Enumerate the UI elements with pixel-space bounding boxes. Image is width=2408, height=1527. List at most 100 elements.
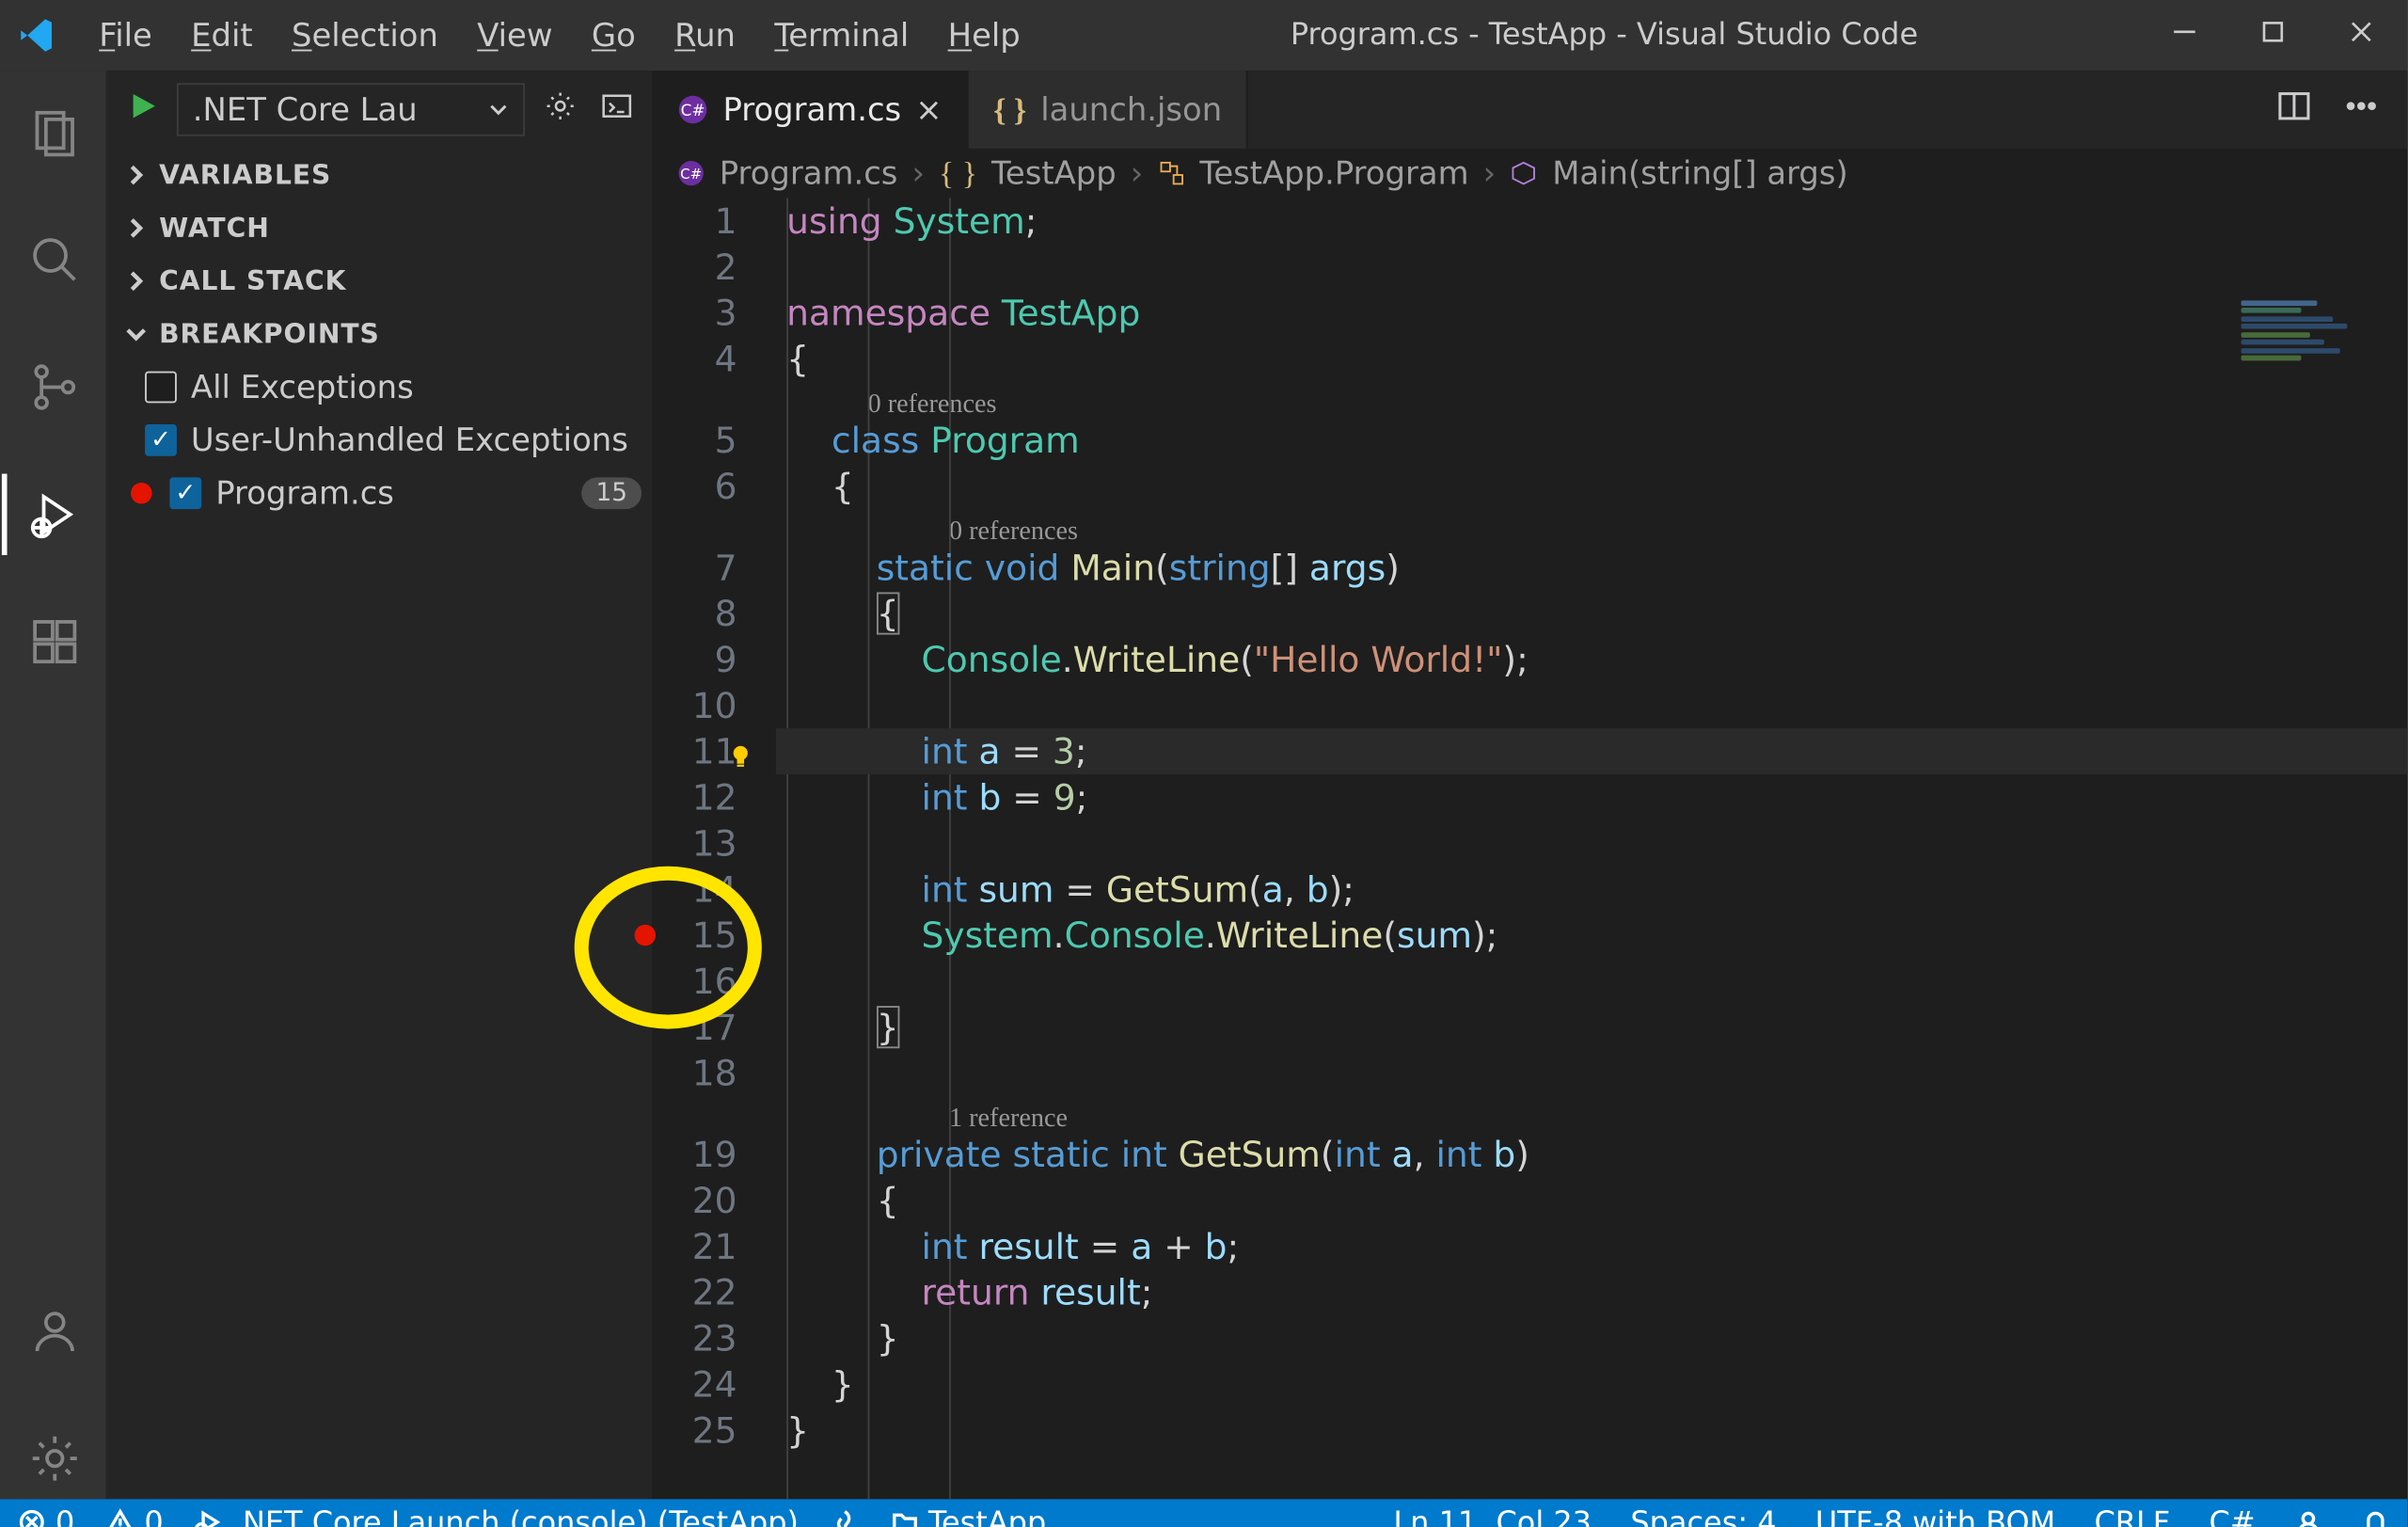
breadcrumb[interactable]: C# Program.cs› { } TestApp› TestApp.Prog… <box>652 149 2407 199</box>
status-debug-target[interactable]: .NET Core Launch (console) (TestApp) <box>196 1506 799 1527</box>
start-debug-button[interactable] <box>127 90 159 129</box>
menu-edit[interactable]: Edit <box>173 9 270 60</box>
menu-run[interactable]: Run <box>657 9 752 60</box>
checkbox[interactable] <box>145 424 177 456</box>
source-control-icon[interactable] <box>2 346 108 427</box>
code-line[interactable]: class Program <box>776 417 2407 463</box>
split-editor-icon[interactable] <box>2276 88 2312 131</box>
debug-config-select[interactable]: .NET Core Lau <box>177 83 525 135</box>
status-encoding[interactable]: UTF-8 with BOM <box>1815 1506 2055 1527</box>
status-eol[interactable]: CRLF <box>2094 1506 2170 1527</box>
code-line[interactable]: static void Main(string[] args) <box>776 545 2407 591</box>
section-watch[interactable]: WATCH <box>106 201 653 254</box>
code-line[interactable]: int a = 3; <box>776 728 2407 774</box>
line-number[interactable]: 12 <box>652 774 737 820</box>
status-warnings[interactable]: 0 <box>106 1506 164 1527</box>
menu-selection[interactable]: Selection <box>274 9 455 60</box>
line-number[interactable]: 7 <box>652 545 737 591</box>
section-breakpoints[interactable]: BREAKPOINTS <box>106 308 653 360</box>
tab-program-cs[interactable]: C# Program.cs × <box>652 71 968 149</box>
line-number[interactable]: 19 <box>652 1132 737 1178</box>
code-line[interactable] <box>776 820 2407 867</box>
menu-terminal[interactable]: Terminal <box>757 9 927 60</box>
status-cursor-pos[interactable]: Ln 11, Col 23 <box>1393 1506 1592 1527</box>
section-variables[interactable]: VARIABLES <box>106 149 653 201</box>
code-line[interactable] <box>776 958 2407 1004</box>
code-line[interactable]: { <box>776 463 2407 509</box>
line-number-gutter[interactable]: 1234567891011121314151617181920212223242… <box>652 198 776 1499</box>
run-debug-icon[interactable] <box>2 474 108 555</box>
debug-settings-gear-icon[interactable] <box>543 88 578 131</box>
menu-view[interactable]: View <box>459 9 570 60</box>
breakpoint-dot-icon[interactable] <box>635 925 657 946</box>
line-number[interactable]: 25 <box>652 1408 737 1454</box>
status-indent[interactable]: Spaces: 4 <box>1630 1506 1776 1527</box>
status-feedback-icon[interactable] <box>2294 1506 2322 1527</box>
code-line[interactable]: { <box>776 591 2407 637</box>
code-line[interactable]: } <box>776 1004 2407 1050</box>
line-number[interactable]: 8 <box>652 591 737 637</box>
code-line[interactable]: int b = 9; <box>776 774 2407 820</box>
settings-gear-icon[interactable] <box>2 1418 108 1499</box>
code-line[interactable]: System.Console.WriteLine(sum); <box>776 913 2407 959</box>
line-number[interactable]: 18 <box>652 1050 737 1096</box>
menu-help[interactable]: Help <box>930 9 1038 60</box>
breakpoint-user-unhandled[interactable]: User-Unhandled Exceptions <box>106 414 653 467</box>
code-line[interactable] <box>776 1050 2407 1096</box>
code-line[interactable]: { <box>776 1177 2407 1223</box>
code-line[interactable]: } <box>776 1315 2407 1361</box>
status-hot-reload-icon[interactable] <box>831 1506 859 1527</box>
extensions-icon[interactable] <box>2 601 108 682</box>
code-line[interactable]: } <box>776 1361 2407 1408</box>
line-number[interactable]: 1 <box>652 198 737 244</box>
explorer-icon[interactable] <box>2 92 108 173</box>
code-line[interactable]: namespace TestApp <box>776 290 2407 336</box>
codelens[interactable]: 0 references <box>776 382 2407 418</box>
code-line[interactable]: private static int GetSum(int a, int b) <box>776 1132 2407 1178</box>
line-number[interactable]: 14 <box>652 867 737 913</box>
more-actions-icon[interactable] <box>2344 88 2380 131</box>
breakpoint-file-entry[interactable]: Program.cs 15 <box>106 467 653 519</box>
debug-console-icon[interactable] <box>599 88 635 131</box>
line-number[interactable]: 10 <box>652 682 737 728</box>
code-line[interactable]: } <box>776 1408 2407 1454</box>
code-line[interactable]: return result; <box>776 1269 2407 1315</box>
line-number[interactable]: 24 <box>652 1361 737 1408</box>
status-bell-icon[interactable] <box>2361 1506 2389 1527</box>
line-number[interactable]: 2 <box>652 244 737 290</box>
line-number[interactable]: 4 <box>652 336 737 382</box>
minimap[interactable] <box>2242 297 2394 390</box>
line-number[interactable]: 21 <box>652 1223 737 1269</box>
codelens[interactable]: 0 references <box>776 509 2407 545</box>
status-errors[interactable]: 0 <box>18 1506 75 1527</box>
line-number[interactable]: 6 <box>652 463 737 509</box>
close-button[interactable] <box>2347 18 2375 54</box>
section-callstack[interactable]: CALL STACK <box>106 255 653 308</box>
line-number[interactable]: 20 <box>652 1177 737 1223</box>
code-line[interactable]: Console.WriteLine("Hello World!"); <box>776 636 2407 682</box>
status-folder[interactable]: TestApp <box>891 1506 1047 1527</box>
code-editor[interactable]: 1234567891011121314151617181920212223242… <box>652 198 2407 1499</box>
minimize-button[interactable] <box>2170 18 2198 54</box>
line-number[interactable]: 3 <box>652 290 737 336</box>
code-body[interactable]: using System; namespace TestApp{0 refere… <box>776 198 2407 1499</box>
line-number[interactable]: 23 <box>652 1315 737 1361</box>
code-line[interactable]: int result = a + b; <box>776 1223 2407 1269</box>
line-number[interactable]: 16 <box>652 958 737 1004</box>
breakpoint-all-exceptions[interactable]: All Exceptions <box>106 360 653 413</box>
tab-launch-json[interactable]: { } launch.json <box>969 71 1249 149</box>
lightbulb-icon[interactable] <box>726 736 754 782</box>
menu-go[interactable]: Go <box>574 9 653 60</box>
search-icon[interactable] <box>2 219 108 300</box>
code-line[interactable] <box>776 682 2407 728</box>
line-number[interactable]: 13 <box>652 820 737 867</box>
code-line[interactable] <box>776 244 2407 290</box>
line-number[interactable]: 22 <box>652 1269 737 1315</box>
line-number[interactable]: 17 <box>652 1004 737 1050</box>
checkbox[interactable] <box>169 477 201 509</box>
line-number[interactable]: 9 <box>652 636 737 682</box>
code-line[interactable]: { <box>776 336 2407 382</box>
line-number[interactable]: 5 <box>652 417 737 463</box>
code-line[interactable]: int sum = GetSum(a, b); <box>776 867 2407 913</box>
status-language[interactable]: C# <box>2210 1506 2256 1527</box>
